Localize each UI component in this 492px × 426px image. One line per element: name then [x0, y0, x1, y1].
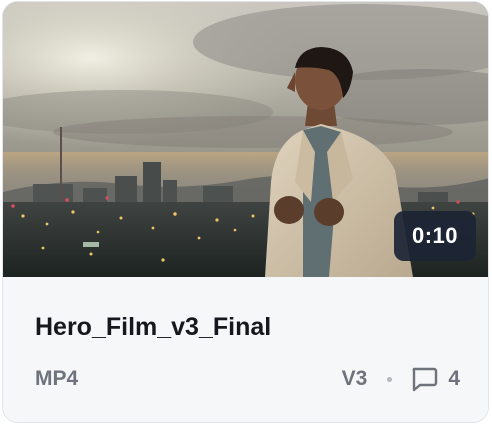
- comment-count: 4: [448, 367, 460, 390]
- version-label[interactable]: V3: [342, 367, 368, 391]
- asset-meta-right: V3 4: [342, 365, 460, 393]
- file-format-label: MP4: [35, 367, 79, 390]
- asset-title[interactable]: Hero_Film_v3_Final: [35, 313, 271, 342]
- card-details: Hero_Film_v3_Final MP4 V3 4: [3, 277, 488, 422]
- speech-bubble-icon: [412, 367, 438, 392]
- video-asset-card[interactable]: 0:10 Hero_Film_v3_Final MP4 V3 4: [2, 1, 489, 423]
- comments-button[interactable]: 4: [410, 366, 460, 392]
- separator-dot: [387, 376, 393, 382]
- video-thumbnail[interactable]: 0:10: [3, 2, 488, 277]
- duration-badge: 0:10: [394, 211, 476, 261]
